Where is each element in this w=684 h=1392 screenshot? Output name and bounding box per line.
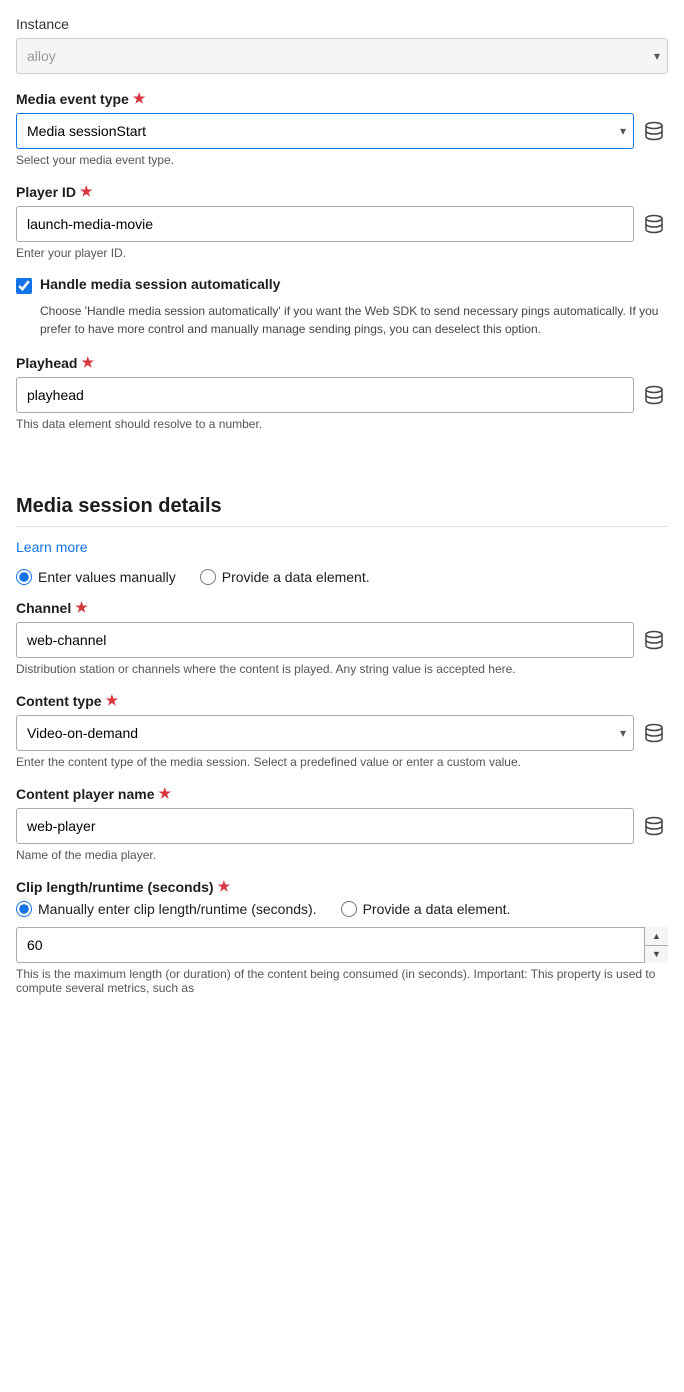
content-type-field: Content type ★ ▾ Enter the content type … [16,692,668,769]
media-session-details-title: Media session details [16,495,668,518]
handle-media-session-checkbox[interactable] [16,278,32,294]
clip-length-field: Clip length/runtime (seconds) ★ Manually… [16,878,668,995]
content-type-select-wrapper: ▾ [16,715,634,751]
manual-entry-label: Enter values manually [38,569,176,585]
handle-media-session-row: Handle media session automatically [16,276,668,294]
playhead-db-icon[interactable] [640,381,668,409]
content-player-name-field: Content player name ★ Name of the media … [16,785,668,862]
clip-manual-label: Manually enter clip length/runtime (seco… [38,901,317,917]
section-divider [16,526,668,527]
clip-length-hint: This is the maximum length (or duration)… [16,967,668,995]
content-player-name-label: Content player name ★ [16,785,668,802]
manual-entry-option[interactable]: Enter values manually [16,569,176,585]
clip-manual-option[interactable]: Manually enter clip length/runtime (seco… [16,901,317,917]
handle-media-session-desc: Choose 'Handle media session automatical… [40,302,668,338]
clip-mode-radio-row: Manually enter clip length/runtime (seco… [16,901,668,917]
instance-field: Instance alloy ▾ [16,16,668,74]
required-star-player: ★ [80,183,93,200]
player-id-label: Player ID ★ [16,183,668,200]
clip-data-element-radio[interactable] [341,901,357,917]
clip-data-element-label: Provide a data element. [363,901,511,917]
media-event-type-field: Media event type ★ ▾ Select your media e… [16,90,668,167]
playhead-field: Playhead ★ This data element should reso… [16,354,668,431]
required-star-playhead: ★ [81,354,94,371]
media-session-details-section: Media session details Learn more [16,495,668,569]
data-element-radio[interactable] [200,569,216,585]
clip-length-decrement[interactable]: ▼ [645,946,668,964]
clip-length-input-wrapper: ▲ ▼ [16,927,668,963]
instance-select-wrapper: alloy ▾ [16,38,668,74]
channel-input[interactable] [16,622,634,658]
playhead-input[interactable] [16,377,634,413]
playhead-hint: This data element should resolve to a nu… [16,417,668,431]
content-player-name-hint: Name of the media player. [16,848,668,862]
content-player-name-input[interactable] [16,808,634,844]
manual-entry-radio[interactable] [16,569,32,585]
clip-length-input[interactable] [16,927,668,963]
handle-media-session-field: Handle media session automatically Choos… [16,276,668,338]
content-type-db-icon[interactable] [640,719,668,747]
channel-field: Channel ★ Distribution station or channe… [16,599,668,676]
clip-length-increment[interactable]: ▲ [645,927,668,946]
media-event-type-select-wrapper: ▾ [16,113,634,149]
channel-hint: Distribution station or channels where t… [16,662,668,676]
content-type-input[interactable] [16,715,634,751]
instance-select[interactable]: alloy [16,38,668,74]
instance-label: Instance [16,16,668,32]
required-star-channel: ★ [75,599,88,616]
required-star: ★ [133,90,146,107]
clip-length-spinners: ▲ ▼ [644,927,668,963]
channel-db-icon[interactable] [640,626,668,654]
media-event-type-db-icon[interactable] [640,117,668,145]
required-star-content-type: ★ [106,692,119,709]
player-id-input[interactable] [16,206,634,242]
clip-manual-radio[interactable] [16,901,32,917]
input-mode-radio-row: Enter values manually Provide a data ele… [16,569,668,585]
required-star-clip: ★ [218,878,231,895]
content-player-name-db-icon[interactable] [640,812,668,840]
clip-data-element-option[interactable]: Provide a data element. [341,901,511,917]
learn-more-link[interactable]: Learn more [16,539,88,555]
playhead-label: Playhead ★ [16,354,668,371]
data-element-label: Provide a data element. [222,569,370,585]
media-event-type-label: Media event type ★ [16,90,668,107]
channel-label: Channel ★ [16,599,668,616]
media-event-type-input[interactable] [16,113,634,149]
content-type-label: Content type ★ [16,692,668,709]
player-id-hint: Enter your player ID. [16,246,668,260]
player-id-field: Player ID ★ Enter your player ID. [16,183,668,260]
content-type-hint: Enter the content type of the media sess… [16,755,668,769]
data-element-option[interactable]: Provide a data element. [200,569,370,585]
required-star-player-name: ★ [158,785,171,802]
player-id-db-icon[interactable] [640,210,668,238]
clip-length-label: Clip length/runtime (seconds) ★ [16,878,668,895]
handle-media-session-label[interactable]: Handle media session automatically [40,276,280,292]
media-event-type-hint: Select your media event type. [16,153,668,167]
